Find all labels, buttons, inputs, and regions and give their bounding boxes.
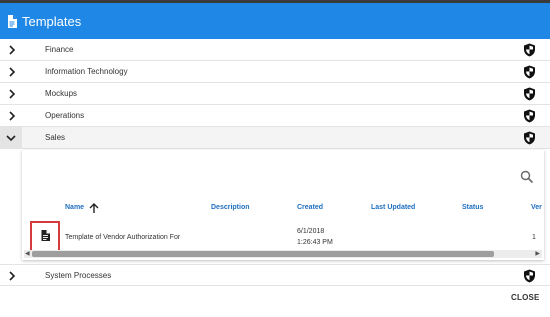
category-label: System Processes bbox=[45, 271, 112, 280]
shield-icon[interactable] bbox=[523, 109, 536, 123]
category-label: Sales bbox=[45, 133, 66, 142]
created-date: 6/1/2018 bbox=[297, 228, 325, 235]
created-time: 1:26:43 PM bbox=[297, 239, 333, 246]
sales-templates-table: Name Description Created Last Updated St… bbox=[22, 150, 544, 260]
category-label: Operations bbox=[45, 111, 85, 120]
scroll-right-icon[interactable]: ▶ bbox=[535, 251, 540, 257]
category-row-system-processes[interactable]: System Processes bbox=[0, 264, 550, 286]
sort-ascending-icon[interactable] bbox=[88, 201, 100, 213]
category-row-information-technology[interactable]: Information Technology bbox=[0, 61, 550, 83]
column-header-status[interactable]: Status bbox=[462, 204, 483, 211]
template-name[interactable]: Template of Vendor Authorization For bbox=[65, 234, 180, 241]
shield-icon[interactable] bbox=[523, 43, 536, 57]
column-header-last-updated[interactable]: Last Updated bbox=[371, 204, 415, 211]
column-header-created[interactable]: Created bbox=[297, 204, 323, 211]
shield-icon[interactable] bbox=[523, 131, 536, 145]
dialog-footer: CLOSE bbox=[0, 286, 550, 317]
close-button[interactable]: CLOSE bbox=[511, 293, 540, 302]
category-row-sales[interactable]: Sales bbox=[0, 127, 550, 149]
scrollbar-thumb[interactable] bbox=[32, 251, 494, 257]
chevron-right-icon[interactable] bbox=[4, 83, 20, 105]
search-icon[interactable] bbox=[520, 170, 534, 184]
chevron-right-icon[interactable] bbox=[4, 39, 20, 61]
category-label: Finance bbox=[45, 45, 74, 54]
version-value: 1 bbox=[532, 234, 536, 241]
shield-icon[interactable] bbox=[523, 65, 536, 79]
shield-icon[interactable] bbox=[523, 269, 536, 283]
scroll-left-icon[interactable]: ◀ bbox=[25, 251, 30, 257]
chevron-down-icon[interactable] bbox=[0, 127, 22, 149]
chevron-right-icon[interactable] bbox=[4, 265, 20, 287]
category-row-finance[interactable]: Finance bbox=[0, 39, 550, 61]
category-label: Information Technology bbox=[45, 67, 128, 76]
category-row-mockups[interactable]: Mockups bbox=[0, 83, 550, 105]
column-header-version[interactable]: Ver bbox=[531, 204, 542, 211]
category-label: Mockups bbox=[45, 89, 78, 98]
chevron-right-icon[interactable] bbox=[4, 61, 20, 83]
chevron-right-icon[interactable] bbox=[4, 105, 20, 127]
dialog-titlebar: Templates bbox=[0, 3, 550, 39]
document-icon bbox=[41, 228, 50, 246]
column-header-name[interactable]: Name bbox=[65, 204, 84, 211]
shield-icon[interactable] bbox=[523, 87, 536, 101]
horizontal-scrollbar[interactable]: ◀ ▶ bbox=[24, 250, 542, 258]
open-template-button[interactable] bbox=[30, 221, 60, 253]
category-row-operations[interactable]: Operations bbox=[0, 105, 550, 127]
column-header-description[interactable]: Description bbox=[211, 204, 250, 211]
dialog-title: Templates bbox=[22, 13, 82, 29]
document-icon bbox=[7, 13, 19, 29]
